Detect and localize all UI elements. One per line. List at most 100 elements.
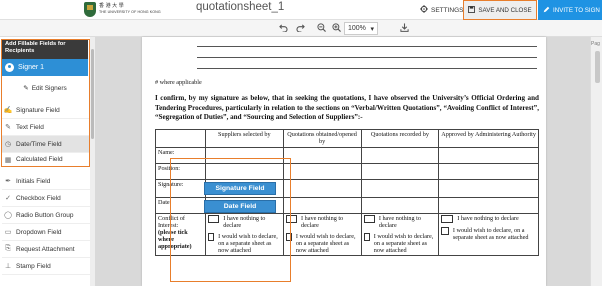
- stamp-icon: ⊥: [4, 263, 12, 270]
- table-header: Quotations recorded by: [360, 129, 440, 148]
- settings-button[interactable]: SETTINGS: [420, 2, 464, 18]
- table-row: Position:: [155, 163, 539, 180]
- undo-button[interactable]: [277, 22, 289, 35]
- pencil-icon: ✎: [5, 124, 11, 131]
- signer-label: Signer 1: [18, 64, 45, 71]
- sidebar-scrollbar-thumb[interactable]: [91, 49, 94, 139]
- fields-sidebar: Add Fillable Fields for Recipients Signe…: [0, 37, 95, 286]
- zoom-out-icon: [316, 23, 326, 34]
- invite-to-sign-button[interactable]: INVITE TO SIGN: [538, 0, 602, 20]
- conflict-of-interest-row: Conflict of Interest: (please tick where…: [155, 213, 539, 256]
- zoom-select[interactable]: 100% ▾: [344, 22, 378, 35]
- redo-button[interactable]: [294, 22, 306, 35]
- sidebar-item-label: Checkbox Field: [16, 194, 61, 202]
- user-icon: [5, 63, 14, 72]
- sidebar-item-label: Stamp Field: [16, 262, 51, 270]
- sidebar-item-checkbox-field[interactable]: ✓ Checkbox Field: [2, 190, 90, 207]
- paperclip-icon: ⎘: [5, 245, 11, 252]
- option-label: I have nothing to declare: [223, 215, 266, 229]
- option-label: I have nothing to declare: [457, 215, 519, 222]
- redo-icon: [295, 24, 305, 34]
- table-header-row: Suppliers selected by Quotations obtaine…: [155, 129, 539, 148]
- sidebar-item-text-field[interactable]: ✎ Text Field: [2, 119, 90, 136]
- nothing-to-declare-checkbox[interactable]: [285, 215, 298, 223]
- app-window: 香 港 大 學 THE UNIVERSITY OF HONG KONG quot…: [0, 0, 602, 286]
- document-title: quotationsheet_1: [196, 1, 285, 13]
- zoom-in-button[interactable]: [330, 22, 342, 35]
- wish-to-declare-checkbox[interactable]: [363, 233, 370, 241]
- conflict-options-cell: I have nothing to declare I would wish t…: [282, 213, 362, 256]
- initials-icon: ✒: [5, 178, 11, 185]
- conflict-options-cell: I have nothing to declare I would wish t…: [360, 213, 440, 256]
- wish-to-declare-checkbox[interactable]: [285, 233, 292, 241]
- row-label: Position:: [155, 163, 206, 180]
- save-and-close-button[interactable]: SAVE AND CLOSE: [463, 0, 537, 20]
- sidebar-item-dropdown-field[interactable]: ▭ Dropdown Field: [2, 224, 90, 241]
- university-logo: 香 港 大 學 THE UNIVERSITY OF HONG KONG: [84, 2, 161, 18]
- wish-to-declare-checkbox[interactable]: [207, 233, 215, 241]
- edit-signers-button[interactable]: ✎ Edit Signers: [2, 81, 88, 95]
- page-panel-label: Pag: [591, 41, 600, 47]
- page-navigator[interactable]: Pag: [590, 37, 602, 286]
- sidebar-item-label: Radio Button Group: [16, 211, 74, 219]
- clock-icon: ◷: [4, 141, 12, 148]
- sidebar-header: Add Fillable Fields for Recipients: [2, 39, 88, 59]
- blank-line: [197, 68, 537, 69]
- signer-selector[interactable]: Signer 1: [2, 59, 88, 76]
- zoom-value: 100%: [348, 25, 366, 32]
- table-header: Approved by Administering Authority: [438, 129, 539, 148]
- sidebar-item-stamp-field[interactable]: ⊥ Stamp Field: [2, 258, 90, 275]
- nothing-to-declare-checkbox[interactable]: [441, 215, 454, 223]
- sidebar-item-request-attachment[interactable]: ⎘ Request Attachment: [2, 241, 90, 258]
- sidebar-item-signature-field[interactable]: ✍ Signature Field: [2, 102, 90, 119]
- radio-icon: ◯: [4, 212, 12, 219]
- chevron-down-icon: ▾: [370, 25, 374, 33]
- placed-signature-field[interactable]: Signature Field: [204, 182, 276, 195]
- placed-date-field[interactable]: Date Field: [204, 200, 276, 213]
- undo-icon: [278, 24, 288, 34]
- checkbox-icon: ✓: [5, 195, 11, 202]
- document-scrollbar-thumb[interactable]: [595, 51, 600, 83]
- sidebar-scrollbar[interactable]: [90, 37, 95, 286]
- document-page: # where applicable I confirm, by my sign…: [142, 37, 546, 286]
- pencil-icon: [543, 6, 550, 15]
- nothing-to-declare-checkbox[interactable]: [207, 215, 220, 223]
- signature-field-label: Signature Field: [215, 185, 265, 192]
- option-label: I have nothing to declare: [301, 215, 344, 229]
- top-bar: 香 港 大 學 THE UNIVERSITY OF HONG KONG quot…: [0, 0, 602, 20]
- row-label: Signature:: [155, 179, 206, 198]
- gear-icon: [420, 5, 428, 15]
- date-field-label: Date Field: [223, 203, 257, 210]
- sidebar-item-label: Initials Field: [16, 177, 51, 185]
- crest-icon: [84, 2, 96, 17]
- conflict-options-cell: I have nothing to declare I would wish t…: [204, 213, 284, 256]
- sidebar-item-label: Request Attachment: [16, 245, 75, 253]
- nothing-to-declare-checkbox[interactable]: [363, 215, 375, 223]
- conflict-options-cell: I have nothing to declare I would wish t…: [438, 213, 539, 256]
- download-icon: [399, 23, 409, 34]
- logo-english-text: THE UNIVERSITY OF HONG KONG: [99, 10, 161, 14]
- sidebar-item-date-time-field[interactable]: ◷ Date/Time Field: [2, 136, 90, 153]
- document-toolbar: 100% ▾: [0, 20, 602, 37]
- dropdown-icon: ▭: [4, 229, 12, 236]
- confirmation-statement: I confirm, by my signature as below, tha…: [155, 94, 539, 122]
- sidebar-item-label: Dropdown Field: [16, 228, 62, 236]
- sidebar-item-initials-field[interactable]: ✒ Initials Field: [2, 173, 90, 190]
- option-label: I would wish to declare, on a separate s…: [218, 233, 278, 254]
- conflict-label-cell: Conflict of Interest: (please tick where…: [155, 213, 206, 256]
- save-icon: [468, 5, 476, 15]
- zoom-out-button[interactable]: [315, 22, 327, 35]
- download-button[interactable]: [398, 22, 410, 35]
- option-label: I would wish to declare, on a separate s…: [295, 233, 356, 254]
- sidebar-item-radio-button-group[interactable]: ◯ Radio Button Group: [2, 207, 90, 224]
- wish-to-declare-checkbox[interactable]: [441, 227, 449, 235]
- tick-instruction: (please tick where appropriate): [158, 229, 192, 250]
- sidebar-item-label: Calculated Field: [16, 156, 63, 163]
- table-row: Name:: [155, 147, 539, 164]
- sidebar-item-calculated-field[interactable]: ▦ Calculated Field: [2, 153, 90, 167]
- calculator-icon: ▦: [4, 156, 12, 164]
- blank-line: [197, 46, 537, 47]
- table-header: Suppliers selected by: [204, 129, 284, 148]
- save-and-close-label: SAVE AND CLOSE: [478, 6, 532, 14]
- table-header-blank: [155, 129, 206, 148]
